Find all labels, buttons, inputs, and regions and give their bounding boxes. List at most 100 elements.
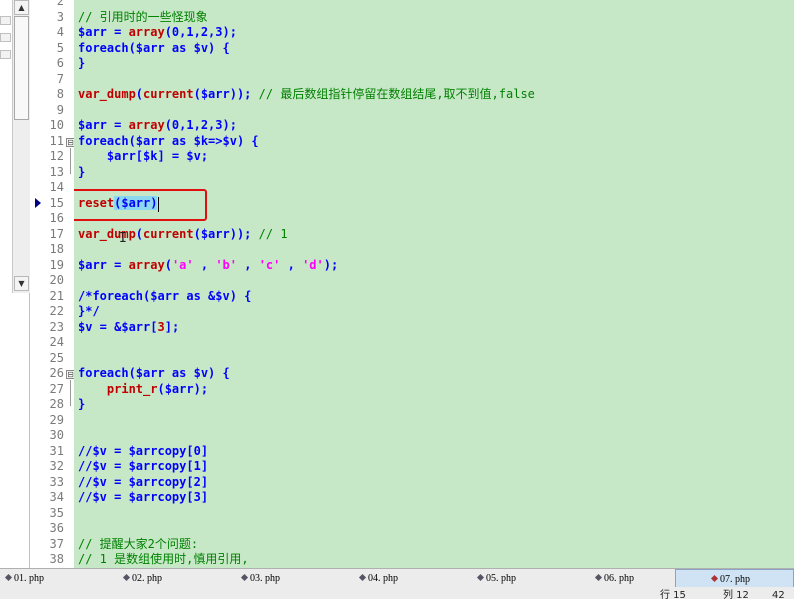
line-number: 31: [49, 444, 64, 458]
code-token: $arr =: [78, 258, 129, 272]
line-number: 21: [49, 289, 64, 303]
line-number: 38: [49, 552, 64, 566]
code-string: 'c': [258, 258, 281, 272]
file-tab-bar: 01. php 02. php 03. php 04. php 05. php …: [0, 568, 794, 588]
code-comment: // 1 是数组使用时,慎用引用,: [78, 552, 249, 566]
line-number: 5: [56, 41, 64, 55]
code-token: );: [323, 258, 339, 272]
current-line-marker-icon: [35, 198, 41, 208]
code-function: var_dump: [78, 227, 136, 241]
tab-01-php[interactable]: 01. php: [0, 569, 118, 588]
php-file-modified-icon: [710, 575, 719, 583]
file-panel-lower: [0, 293, 30, 568]
tab-02-php[interactable]: 02. php: [118, 569, 236, 588]
php-file-icon: [240, 574, 249, 582]
code-token: ($arr));: [193, 87, 259, 101]
code-line: foreach($arr as $v) {: [78, 41, 230, 55]
code-token: ,: [193, 258, 216, 272]
code-token: ($arr);: [157, 382, 209, 396]
scroll-up-icon[interactable]: ▲: [14, 0, 29, 15]
line-number: 14: [49, 180, 64, 194]
line-number: 13: [49, 165, 64, 179]
code-line: //$v = $arrcopy[3]: [78, 490, 209, 504]
line-number: 18: [49, 242, 64, 256]
panel-item[interactable]: [0, 50, 11, 59]
panel-item[interactable]: [0, 16, 11, 25]
line-number: 29: [49, 413, 64, 427]
code-line: }: [78, 165, 86, 179]
code-token: ,: [280, 258, 303, 272]
file-panel-scrollbar[interactable]: ▲ ▼: [12, 0, 30, 293]
scroll-thumb[interactable]: [14, 16, 29, 120]
code-line: /*foreach($arr as &$v) {: [78, 289, 252, 303]
line-number-gutter: 2 3 4 5 6 7 8 9 10 11 12 13 14 15 16 17 …: [30, 0, 75, 568]
tab-label: 07. php: [720, 574, 750, 585]
code-editor[interactable]: // 引用时的一些怪现象 $arr = array(0,1,2,3); fore…: [74, 0, 794, 568]
scroll-down-icon[interactable]: ▼: [14, 276, 29, 291]
code-line: }: [78, 56, 86, 70]
code-line: }*/: [78, 304, 100, 318]
code-token: ($arr));: [193, 227, 259, 241]
line-number: 12: [49, 149, 64, 163]
code-token: ,: [237, 258, 259, 272]
status-column: 列 12: [723, 590, 749, 599]
code-string: 'd': [302, 258, 324, 272]
tab-04-php[interactable]: 04. php: [354, 569, 472, 588]
line-number: 3: [56, 10, 64, 24]
php-file-icon: [358, 574, 367, 582]
php-file-icon: [476, 574, 485, 582]
line-number: 2: [56, 0, 64, 8]
code-token: (0,1,2,3);: [164, 25, 237, 39]
line-number: 10: [49, 118, 64, 132]
tab-05-php[interactable]: 05. php: [472, 569, 590, 588]
code-token: (: [135, 227, 144, 241]
line-number: 26: [49, 366, 64, 380]
code-number: 3: [157, 320, 165, 334]
line-number: 23: [49, 320, 64, 334]
line-number: 20: [49, 273, 64, 287]
code-token: $arr =: [78, 118, 129, 132]
status-line: 行 15: [660, 590, 686, 599]
code-line: foreach($arr as $v) {: [78, 366, 230, 380]
line-number: 4: [56, 25, 64, 39]
line-number: 7: [56, 72, 64, 86]
line-number: 36: [49, 521, 64, 535]
panel-item[interactable]: [0, 33, 11, 42]
tab-03-php[interactable]: 03. php: [236, 569, 354, 588]
code-line: $arr[$k] = $v;: [78, 149, 209, 163]
code-function: var_dump: [78, 87, 136, 101]
fold-guide: [70, 148, 71, 174]
code-function: print_r: [106, 382, 158, 396]
code-line: //$v = $arrcopy[0]: [78, 444, 209, 458]
line-number: 22: [49, 304, 64, 318]
line-number: 35: [49, 506, 64, 520]
line-number: 27: [49, 382, 64, 396]
line-number: 37: [49, 537, 64, 551]
php-file-icon: [594, 574, 603, 582]
line-number: 28: [49, 397, 64, 411]
tab-label: 04. php: [368, 573, 398, 584]
code-function: array: [128, 258, 165, 272]
line-number: 6: [56, 56, 64, 70]
code-token: $v = &$arr[: [78, 320, 158, 334]
code-comment: // 1: [258, 227, 288, 241]
tab-07-php[interactable]: 07. php: [675, 569, 794, 588]
status-extra: 42: [772, 590, 785, 599]
code-comment: // 提醒大家2个问题:: [78, 537, 199, 551]
status-bar: 行 15 列 12 42: [0, 587, 794, 599]
text-cursor: [158, 197, 159, 212]
code-comment: // 引用时的一些怪现象: [78, 10, 208, 24]
code-token: $arr =: [78, 25, 129, 39]
line-number: 32: [49, 459, 64, 473]
code-function: array: [128, 118, 165, 132]
fold-guide: [70, 380, 71, 406]
code-function: array: [128, 25, 165, 39]
code-token: (: [164, 258, 172, 272]
mouse-ibeam-icon: I: [119, 231, 127, 246]
code-token: ];: [164, 320, 180, 334]
line-number: 24: [49, 335, 64, 349]
line-number: 34: [49, 490, 64, 504]
code-line: //$v = $arrcopy[2]: [78, 475, 209, 489]
tab-label: 03. php: [250, 573, 280, 584]
